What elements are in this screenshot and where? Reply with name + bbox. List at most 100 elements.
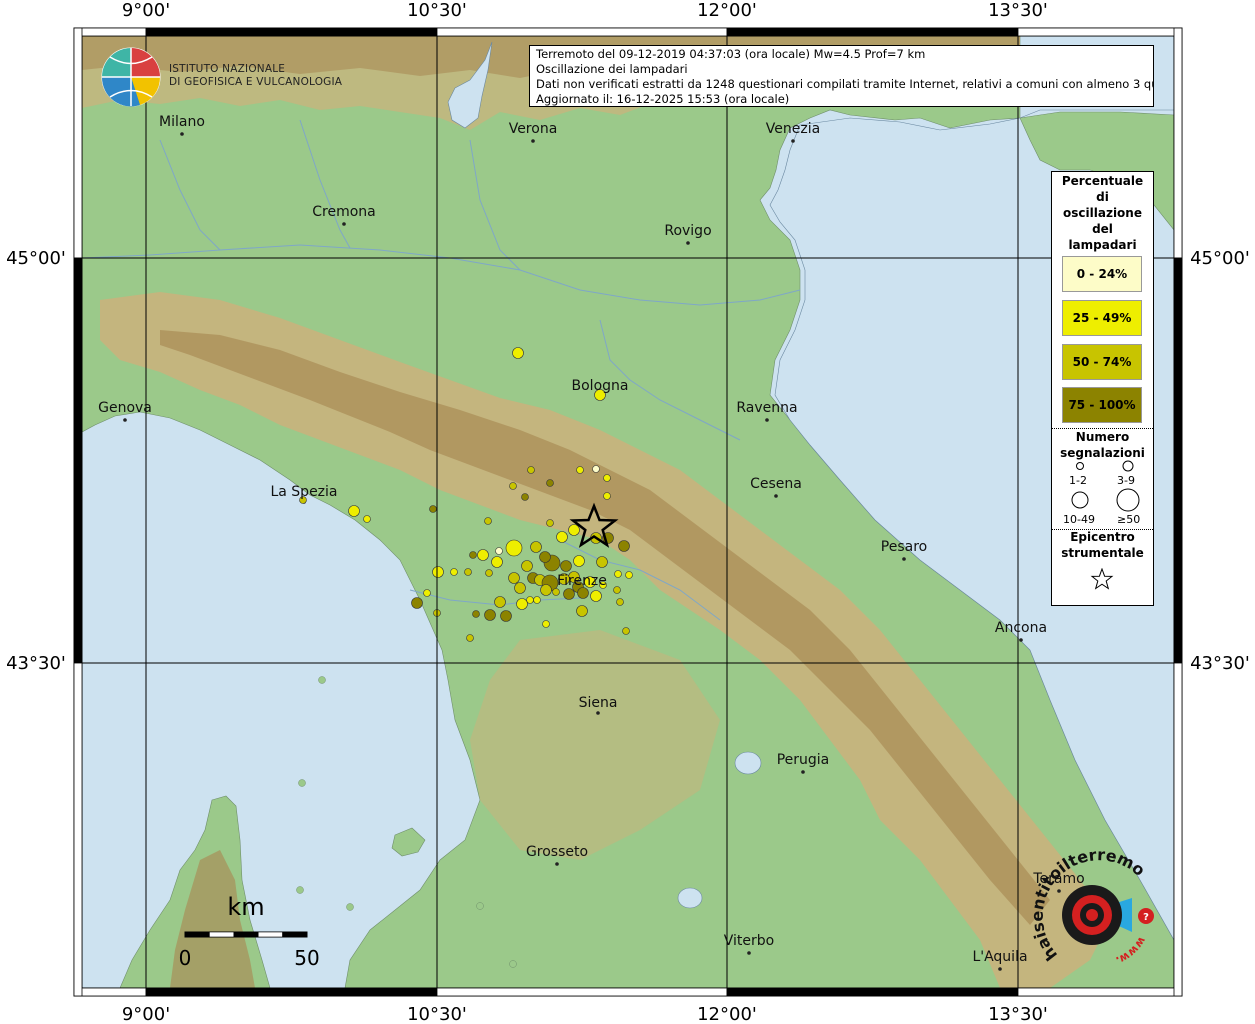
- logo-line-2: DI GEOFISICA E VULCANOLOGIA: [169, 76, 343, 88]
- felt-report-marker: [509, 482, 517, 490]
- legend-class-50-74: 50 - 74%: [1062, 344, 1142, 380]
- scale-bar-segment: [184, 931, 210, 938]
- frame-segment: [436, 987, 728, 997]
- city-label: Pesaro: [881, 539, 927, 555]
- city-marker: [531, 139, 535, 143]
- legend-epicenter-title-line: strumentale: [1061, 546, 1144, 560]
- felt-report-marker: [576, 605, 588, 617]
- city-label: Ravenna: [736, 400, 797, 416]
- felt-report-marker: [423, 589, 431, 597]
- felt-report-marker: [552, 588, 560, 596]
- latitude-label-left: 45°00': [6, 248, 66, 269]
- legend-count-title-line: segnalazioni: [1060, 446, 1145, 460]
- small-island: [509, 960, 517, 968]
- felt-report-marker: [622, 627, 630, 635]
- event-title: Terremoto del 09-12-2019 04:37:03 (ora l…: [536, 47, 926, 61]
- size-label-1-2: 1-2: [1069, 474, 1087, 487]
- felt-report-marker: [596, 556, 608, 568]
- city-marker: [123, 418, 127, 422]
- city-marker: [555, 862, 559, 866]
- city-label: Firenze: [557, 573, 607, 589]
- longitude-label-top: 9°00': [122, 0, 170, 21]
- felt-report-marker: [491, 556, 503, 568]
- felt-report-marker: [484, 517, 492, 525]
- felt-report-marker: [505, 539, 523, 557]
- ingv-globe-icon: [101, 47, 161, 107]
- legend-class-label: 75 - 100%: [1068, 398, 1136, 412]
- frame-segment: [1017, 987, 1183, 997]
- felt-report-marker: [411, 597, 423, 609]
- longitude-label-bottom: 9°00': [122, 1004, 170, 1024]
- scale-start: 0: [179, 946, 192, 970]
- city-label: L'Aquila: [972, 949, 1027, 965]
- felt-report-marker: [539, 551, 551, 563]
- felt-report-marker: [592, 465, 600, 473]
- felt-report-marker: [477, 549, 489, 561]
- update-time: Aggiornato il: 16-12-2025 15:53 (ora loc…: [536, 92, 790, 106]
- felt-report-marker: [603, 474, 611, 482]
- city-marker: [180, 132, 184, 136]
- felt-report-marker: [560, 560, 572, 572]
- city-marker: [596, 711, 600, 715]
- legend-count-title: Numero segnalazioni: [1052, 429, 1153, 461]
- city-marker: [998, 967, 1002, 971]
- svg-text:?: ?: [1143, 912, 1149, 923]
- felt-report-marker: [540, 584, 552, 596]
- felt-report-marker: [603, 492, 611, 500]
- city-label: Genova: [98, 400, 152, 416]
- legend-epicenter-title-line: Epicentro: [1070, 530, 1135, 544]
- city-marker: [791, 139, 795, 143]
- legend-class-label: 25 - 49%: [1072, 311, 1132, 325]
- longitude-label-bottom: 10°30': [407, 1004, 467, 1024]
- felt-report-marker: [556, 531, 568, 543]
- frame-segment: [73, 987, 147, 997]
- frame-segment: [1173, 662, 1183, 997]
- scale-bar-segment: [257, 931, 283, 938]
- felt-report-marker: [469, 551, 477, 559]
- city-marker: [342, 222, 346, 226]
- size-label-50-plus: ≥50: [1117, 513, 1141, 526]
- latitude-label-right: 43°30': [1190, 653, 1250, 674]
- felt-report-marker: [494, 596, 506, 608]
- felt-report-marker: [573, 555, 585, 567]
- frame-segment: [726, 987, 1019, 997]
- felt-report-marker: [516, 598, 528, 610]
- scale-end: 50: [294, 946, 319, 970]
- size-symbol-1-2: [1076, 462, 1084, 470]
- felt-report-marker: [613, 586, 621, 594]
- data-note: Dati non verificati estratti da 1248 que…: [536, 77, 1154, 91]
- legend-epicenter-title: Epicentro strumentale: [1052, 529, 1153, 561]
- size-label-10-49: 10-49: [1063, 513, 1095, 526]
- felt-report-marker: [542, 620, 550, 628]
- legend-title-line: Percentuale: [1061, 174, 1144, 188]
- felt-report-marker: [363, 515, 371, 523]
- legend-class-25-49: 25 - 49%: [1062, 300, 1142, 336]
- city-label: Perugia: [777, 752, 830, 768]
- frame-segment: [73, 257, 83, 664]
- frame-segment: [1017, 27, 1183, 37]
- city-marker: [1019, 638, 1023, 642]
- city-label: Venezia: [766, 121, 820, 137]
- latitude-label-right: 45°00': [1190, 248, 1250, 269]
- legend-count-title-line: Numero: [1075, 430, 1130, 444]
- scale-bar-segment: [233, 931, 259, 938]
- city-marker: [774, 494, 778, 498]
- legend-star-icon: [1090, 568, 1114, 590]
- latitude-label-left: 43°30': [6, 653, 66, 674]
- city-marker: [801, 770, 805, 774]
- felt-report-marker: [429, 505, 437, 513]
- size-label-3-9: 3-9: [1117, 474, 1135, 487]
- city-label: Rovigo: [664, 223, 711, 239]
- city-label: Ancona: [995, 620, 1047, 636]
- felt-report-marker: [485, 569, 493, 577]
- felt-report-marker: [625, 571, 633, 579]
- felt-report-marker: [568, 524, 580, 536]
- felt-report-marker: [484, 609, 496, 621]
- felt-report-marker: [533, 596, 541, 604]
- felt-report-marker: [500, 610, 512, 622]
- felt-report-marker: [464, 568, 472, 576]
- size-symbol-50-plus: [1116, 488, 1140, 512]
- legend-class-75-100: 75 - 100%: [1062, 387, 1142, 423]
- felt-report-marker: [527, 466, 535, 474]
- legend-class-0-24: 0 - 24%: [1062, 256, 1142, 292]
